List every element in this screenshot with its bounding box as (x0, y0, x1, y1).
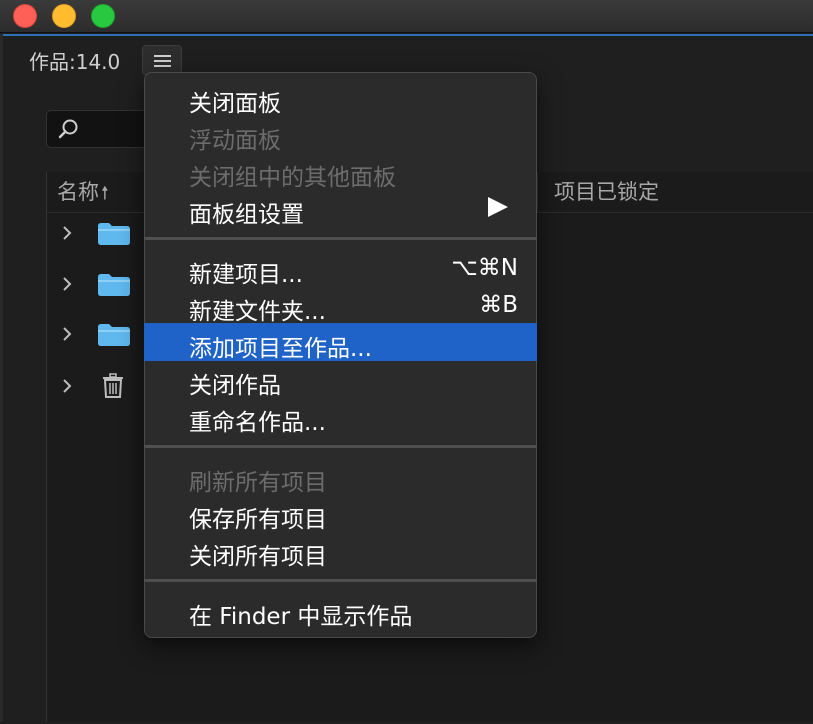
close-window-button[interactable] (13, 4, 37, 28)
panel-left-edge (0, 34, 3, 722)
menu-item-add-project[interactable]: 添加项目至作品... (189, 329, 372, 363)
shortcut-new-item: ⌥⌘N (451, 255, 518, 281)
menu-item-new-item[interactable]: 新建项目... (189, 255, 303, 289)
hamburger-icon (154, 55, 171, 67)
menu-item-panel-group-settings[interactable]: 面板组设置 (189, 195, 304, 229)
folder-icon (98, 324, 130, 346)
folder-icon (98, 223, 130, 245)
zoom-window-button[interactable] (91, 4, 115, 28)
menu-item-close-production[interactable]: 关闭作品 (189, 366, 281, 400)
menu-item-close-other-panels: 关闭组中的其他面板 (189, 165, 396, 191)
column-header-name[interactable]: 名称 🠕 (57, 176, 109, 211)
folder-icon (98, 274, 130, 296)
arrow-up-icon: 🠕 (101, 183, 109, 204)
menu-item-rename-production[interactable]: 重命名作品... (189, 403, 326, 437)
trash-icon (103, 373, 123, 398)
menu-item-new-folder[interactable]: 新建文件夹... (189, 292, 326, 326)
window-titlebar (0, 0, 813, 33)
menu-separator (144, 237, 537, 240)
menu-separator (144, 579, 537, 582)
column-separator[interactable] (537, 172, 538, 212)
panel-title[interactable]: 作品:14.0 (29, 46, 120, 75)
column-header-name-label: 名称 (57, 180, 99, 204)
menu-item-refresh-all: 刷新所有项目 (189, 470, 327, 496)
chevron-right-icon[interactable] (60, 379, 74, 393)
menu-item-close-panel[interactable]: 关闭面板 (189, 84, 281, 118)
chevron-right-icon[interactable] (60, 327, 74, 341)
chevron-right-icon[interactable] (60, 277, 74, 291)
submenu-arrow-icon (488, 197, 508, 217)
chevron-right-icon[interactable] (60, 226, 74, 240)
column-header-locked[interactable]: 项目已锁定 (554, 176, 659, 206)
menu-item-close-all[interactable]: 关闭所有项目 (189, 537, 327, 571)
minimize-window-button[interactable] (52, 4, 76, 28)
menu-item-reveal-in-finder[interactable]: 在 Finder 中显示作品 (189, 597, 412, 631)
menu-item-save-all[interactable]: 保存所有项目 (189, 500, 327, 534)
panel-menu-button[interactable] (142, 45, 182, 75)
search-icon (58, 119, 78, 139)
menu-item-float-panel: 浮动面板 (189, 128, 281, 154)
shortcut-new-folder: ⌘B (479, 292, 518, 318)
menu-separator (144, 445, 537, 448)
